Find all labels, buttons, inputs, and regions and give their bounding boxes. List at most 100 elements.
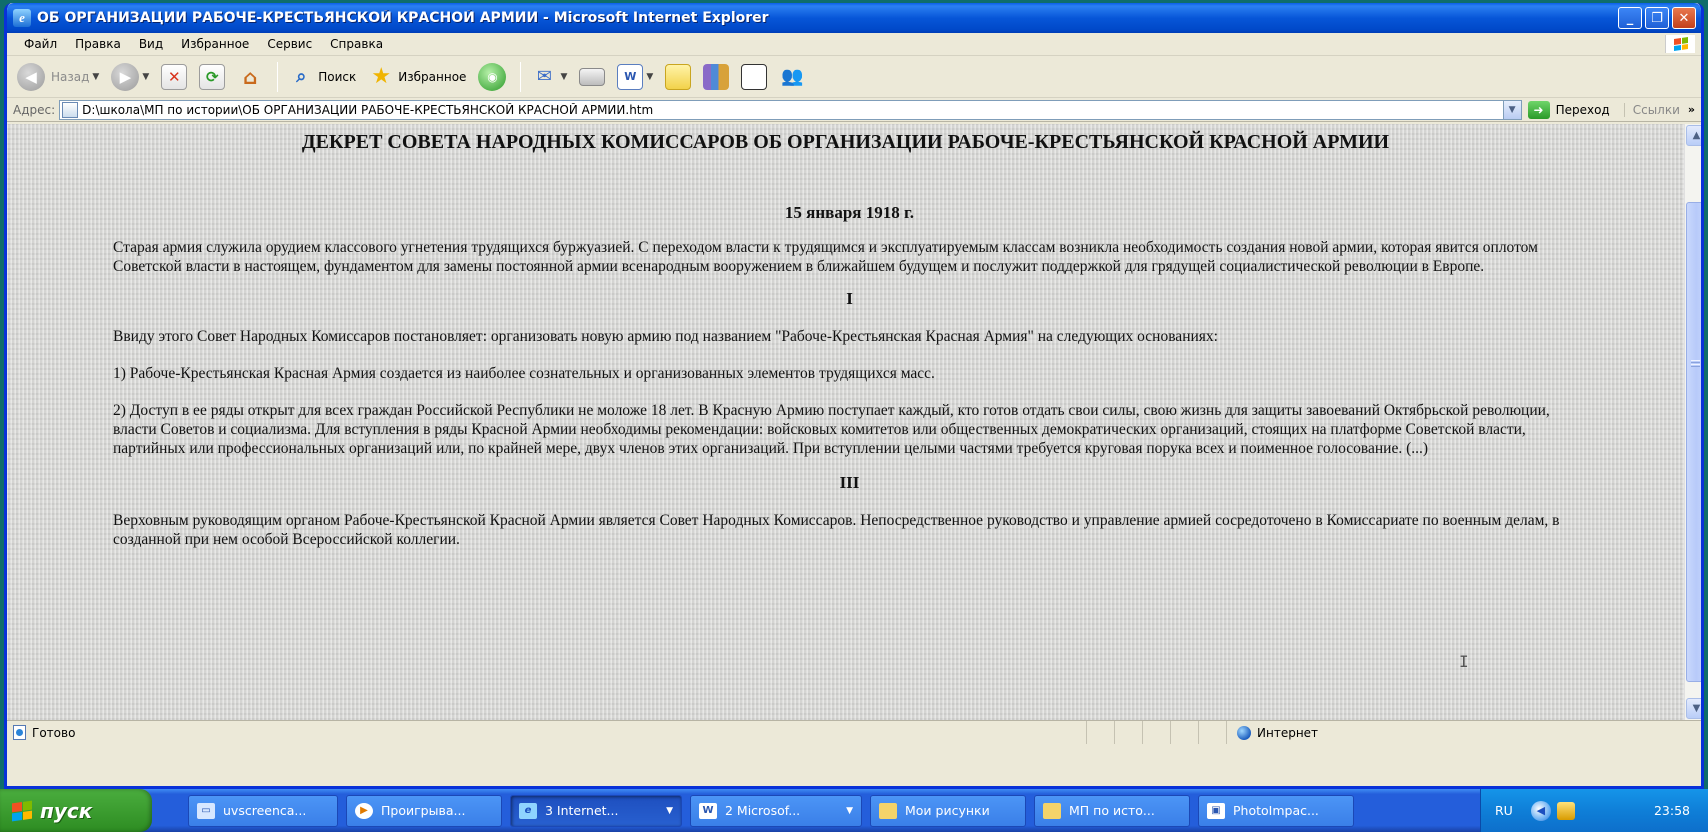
- task-microsoft-word[interactable]: W 2 Microsof... ▼: [690, 794, 862, 827]
- toolbar-separator: [277, 61, 279, 92]
- paragraph-1: Ввиду этого Совет Народных Комиссаров по…: [113, 328, 1218, 345]
- status-cell: [1115, 721, 1143, 744]
- status-zone: Интернет: [1227, 725, 1701, 740]
- photoimpact-icon: ▣: [1207, 802, 1225, 819]
- search-button[interactable]: ⌕ Поиск: [284, 60, 360, 94]
- refresh-button[interactable]: ⟳: [195, 60, 229, 94]
- toolbar-separator: [520, 61, 522, 92]
- status-bar: Готово Интернет: [7, 720, 1701, 744]
- menu-help[interactable]: Справка: [321, 37, 392, 51]
- forward-dropdown-icon[interactable]: ▼: [142, 72, 149, 82]
- edit-dropdown-icon[interactable]: ▼: [646, 72, 653, 82]
- menu-edit[interactable]: Правка: [66, 37, 130, 51]
- address-field[interactable]: D:\школа\МП по истории\ОБ ОРГАНИЗАЦИИ РА…: [59, 99, 1522, 120]
- task-my-pictures[interactable]: Мои рисунки: [870, 794, 1026, 827]
- language-indicator[interactable]: RU: [1495, 803, 1513, 818]
- close-button[interactable]: ✕: [1672, 7, 1696, 29]
- document-date: 15 января 1918 г.: [784, 203, 915, 222]
- search-icon: ⌕: [296, 66, 307, 87]
- discuss-button[interactable]: [661, 60, 695, 94]
- back-button[interactable]: ◀ Назад ▼: [13, 60, 103, 94]
- windows-logo-icon: [1665, 35, 1695, 53]
- search-label: Поиск: [318, 69, 357, 84]
- scrollbar-thumb[interactable]: [1686, 202, 1701, 682]
- edit-button[interactable]: W ▼: [613, 60, 657, 94]
- favorites-button[interactable]: ★ Избранное: [364, 60, 470, 94]
- page-content: ДЕКРЕТ СОВЕТА НАРОДНЫХ КОМИССАРОВ ОБ ОРГ…: [7, 124, 1684, 720]
- task-uvscreencamera[interactable]: ▭ uvscreenca...: [188, 794, 338, 827]
- task-dropdown-icon: ▼: [666, 805, 673, 816]
- mail-icon: ✉: [536, 66, 552, 87]
- stop-button[interactable]: ✕: [157, 60, 191, 94]
- refresh-icon: ⟳: [199, 63, 226, 90]
- vertical-scrollbar[interactable]: ▲ ▼: [1684, 124, 1701, 720]
- forward-button[interactable]: ▶ ▼: [107, 60, 153, 94]
- section-heading-3: III: [839, 473, 860, 492]
- desktop: e ОБ ОРГАНИЗАЦИИ РАБОЧЕ-КРЕСТЬЯНСКОЙ КРА…: [0, 0, 1708, 832]
- scroll-down-button[interactable]: ▼: [1686, 698, 1701, 719]
- browser-window: e ОБ ОРГАНИЗАЦИИ РАБОЧЕ-КРЕСТЬЯНСКОЙ КРА…: [4, 3, 1704, 789]
- minimize-button[interactable]: _: [1618, 7, 1642, 29]
- task-label: Проигрыва...: [381, 803, 466, 818]
- task-label: uvscreenca...: [223, 803, 307, 818]
- back-tray-icon[interactable]: ◀: [1530, 800, 1551, 821]
- system-tray: RU ◀ 23:58: [1480, 789, 1708, 832]
- menu-favorites[interactable]: Избранное: [172, 37, 258, 51]
- document-heading: ДЕКРЕТ СОВЕТА НАРОДНЫХ КОМИССАРОВ ОБ ОРГ…: [301, 131, 1390, 153]
- menu-tools[interactable]: Сервис: [258, 37, 321, 51]
- tray-app-icon[interactable]: [1556, 801, 1575, 820]
- paragraph-4: Верховным руководящим органом Рабоче-Кре…: [113, 512, 1560, 548]
- task-label: 2 Microsof...: [725, 803, 801, 818]
- links-button[interactable]: Ссылки: [1623, 102, 1680, 117]
- mail-dropdown-icon[interactable]: ▼: [560, 72, 567, 82]
- status-cell: [1199, 721, 1227, 744]
- task-photoimpact[interactable]: ▣ PhotoImpac...: [1198, 794, 1354, 827]
- status-main: Готово: [7, 721, 1087, 744]
- go-arrow-icon: ➜: [1527, 100, 1550, 119]
- research-button[interactable]: [699, 60, 733, 94]
- word-icon: W: [617, 63, 644, 90]
- media-icon: ◉: [478, 62, 507, 91]
- back-dropdown-icon[interactable]: ▼: [92, 72, 99, 82]
- task-internet-explorer[interactable]: e 3 Internet... ▼: [510, 794, 682, 827]
- maximize-button[interactable]: ❐: [1645, 7, 1669, 29]
- word-icon: W: [699, 802, 717, 819]
- messenger-button[interactable]: 👥: [775, 60, 809, 94]
- clock[interactable]: 23:58: [1654, 803, 1690, 818]
- menu-view[interactable]: Вид: [130, 37, 172, 51]
- uvscreencamera-icon: ▭: [197, 802, 215, 819]
- scroll-up-button[interactable]: ▲: [1686, 125, 1701, 146]
- globe-icon: [1237, 725, 1251, 740]
- window-title: ОБ ОРГАНИЗАЦИИ РАБОЧЕ-КРЕСТЬЯНСКОЙ КРАСН…: [37, 10, 769, 26]
- media-button[interactable]: ◉: [474, 60, 510, 94]
- task-media-player[interactable]: ▶ Проигрыва...: [346, 794, 502, 827]
- ie-icon: e: [519, 802, 537, 819]
- start-button[interactable]: пуск: [0, 789, 152, 832]
- mail-button[interactable]: ✉ ▼: [527, 60, 571, 94]
- zone-text: Интернет: [1257, 725, 1319, 740]
- address-label: Адрес:: [13, 102, 56, 117]
- task-label: МП по исто...: [1069, 803, 1155, 818]
- print-button[interactable]: [575, 60, 609, 94]
- paragraph-2: 1) Рабоче-Крестьянская Красная Армия соз…: [113, 365, 935, 382]
- paragraph-3: 2) Доступ в ее ряды открыт для всех граж…: [113, 402, 1550, 457]
- menu-file[interactable]: Файл: [15, 37, 66, 51]
- fullscreen-button[interactable]: [737, 60, 771, 94]
- start-label: пуск: [40, 798, 93, 823]
- address-dropdown-icon[interactable]: ▼: [1502, 100, 1521, 119]
- address-text[interactable]: D:\школа\МП по истории\ОБ ОРГАНИЗАЦИИ РА…: [82, 103, 1502, 117]
- go-button[interactable]: ➜ Переход: [1527, 100, 1610, 119]
- home-button[interactable]: ⌂: [233, 60, 267, 94]
- task-history-folder[interactable]: МП по исто...: [1034, 794, 1190, 827]
- section-heading-1: I: [846, 289, 853, 308]
- windows-logo-icon: [12, 800, 32, 821]
- title-bar[interactable]: e ОБ ОРГАНИЗАЦИИ РАБОЧЕ-КРЕСТЬЯНСКОЙ КРА…: [7, 3, 1701, 33]
- status-cell: [1171, 721, 1199, 744]
- note-icon: [665, 63, 692, 90]
- printer-icon: [579, 67, 606, 86]
- folder-icon: [879, 802, 897, 819]
- paragraph-intro: Старая армия служила орудием классового …: [113, 239, 1538, 275]
- stop-icon: ✕: [161, 63, 188, 90]
- links-chevron-icon[interactable]: »: [1688, 103, 1695, 116]
- scrollbar-grip-icon: [1691, 360, 1700, 361]
